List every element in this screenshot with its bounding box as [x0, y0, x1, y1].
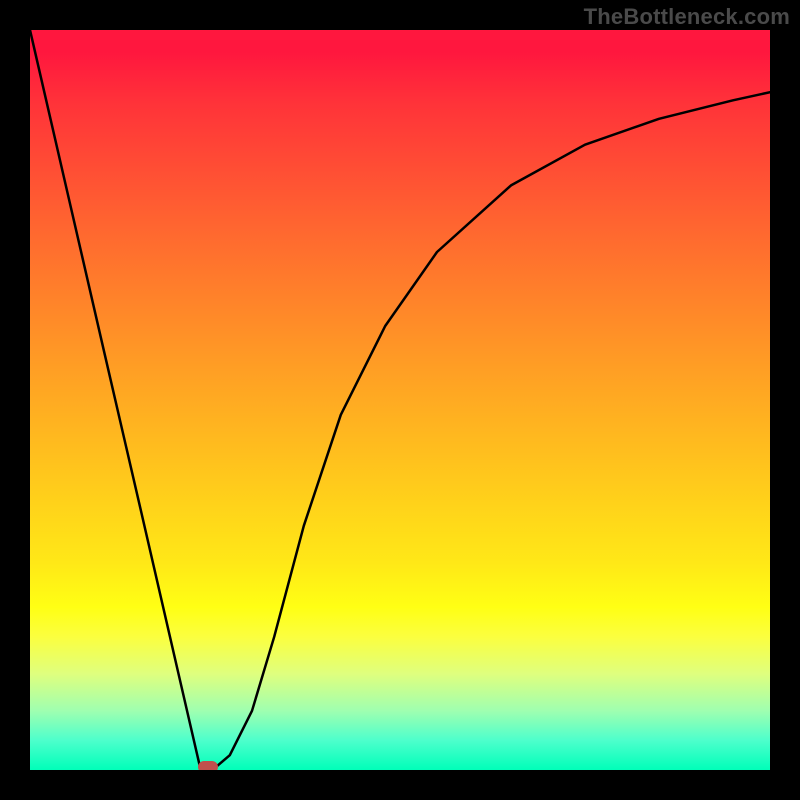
- minimum-marker: [198, 761, 218, 770]
- watermark-text: TheBottleneck.com: [584, 4, 790, 30]
- bottleneck-curve: [30, 30, 770, 770]
- chart-frame: TheBottleneck.com: [0, 0, 800, 800]
- plot-area: [30, 30, 770, 770]
